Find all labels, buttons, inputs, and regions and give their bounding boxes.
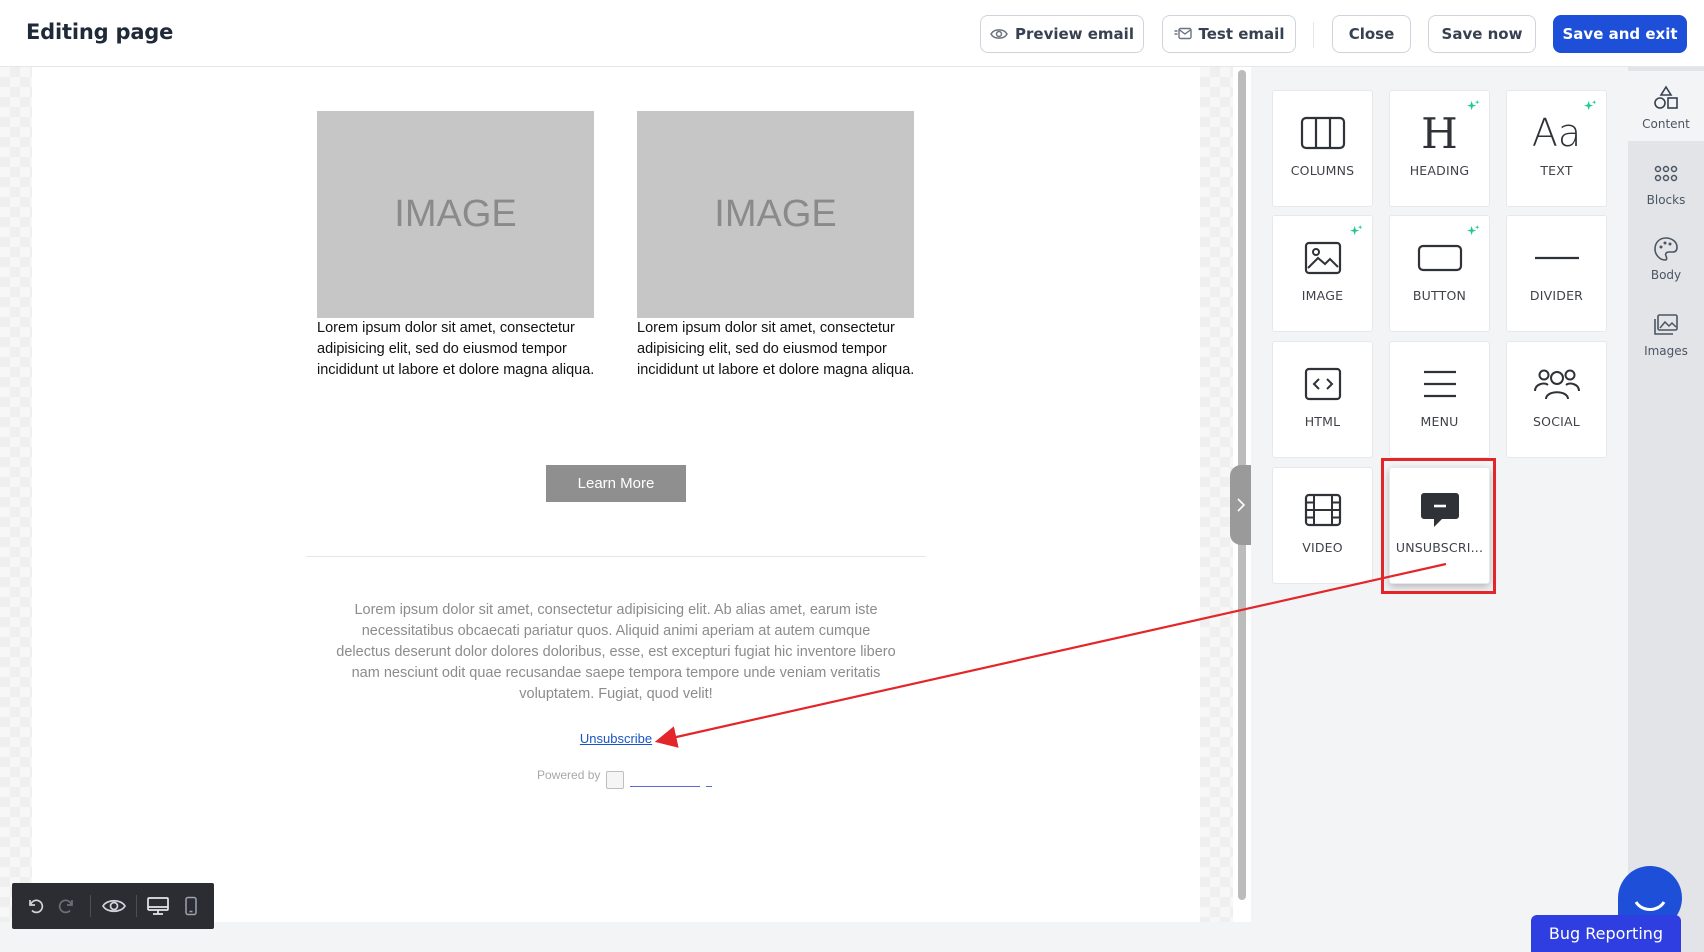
- block-image[interactable]: IMAGE: [1272, 215, 1373, 332]
- palette-icon: [1654, 237, 1678, 261]
- mobile-view-icon[interactable]: [180, 895, 202, 917]
- divider-icon: [1534, 256, 1579, 260]
- toolbar-divider: [136, 895, 137, 917]
- block-label: TEXT: [1540, 163, 1573, 178]
- columns-icon: [1300, 116, 1345, 150]
- broken-logo-icon: [606, 771, 625, 789]
- chevron-right-icon: [1237, 498, 1245, 512]
- side-rail: Content Blocks Body Images: [1628, 67, 1704, 952]
- bottom-toolbar: [12, 883, 214, 929]
- content-divider: [306, 556, 926, 557]
- block-divider[interactable]: DIVIDER: [1506, 215, 1607, 332]
- rail-label: Blocks: [1646, 193, 1686, 207]
- test-email-label: Test email: [1198, 25, 1285, 43]
- toolbar-separator: [1313, 22, 1314, 48]
- desktop-view-icon[interactable]: [146, 895, 170, 917]
- top-bar: Editing page Preview email Test email Cl…: [0, 0, 1704, 67]
- redo-icon[interactable]: [56, 895, 78, 917]
- social-icon: [1533, 369, 1580, 400]
- image-icon: [1304, 241, 1341, 275]
- content-panel: COLUMNS H HEADING Aa TEXT IMAGE BUTTON D…: [1251, 67, 1628, 952]
- close-button[interactable]: Close: [1332, 15, 1411, 53]
- text-icon: Aa: [1531, 111, 1582, 155]
- collapse-panel-toggle[interactable]: [1230, 465, 1252, 545]
- unsubscribe-icon: [1420, 493, 1459, 527]
- block-label: IMAGE: [1301, 288, 1344, 303]
- powered-by: Powered by: [537, 764, 713, 789]
- powered-by-label: Powered by: [537, 768, 601, 782]
- block-label: VIDEO: [1302, 540, 1343, 555]
- test-email-button[interactable]: Test email: [1162, 15, 1296, 53]
- powered-link-dash: [706, 786, 713, 787]
- undo-icon[interactable]: [24, 895, 46, 917]
- shapes-icon: [1654, 85, 1678, 109]
- rail-label: Images: [1644, 344, 1688, 358]
- image-placeholder-2[interactable]: IMAGE: [637, 111, 914, 318]
- block-heading[interactable]: H HEADING: [1389, 90, 1490, 207]
- preview-email-label: Preview email: [1015, 25, 1134, 43]
- block-label: MENU: [1420, 414, 1459, 429]
- bug-reporting-button[interactable]: Bug Reporting: [1531, 915, 1681, 952]
- rail-label: Content: [1642, 117, 1690, 131]
- block-menu[interactable]: MENU: [1389, 341, 1490, 458]
- rail-blocks[interactable]: Blocks: [1628, 147, 1704, 217]
- preview-eye-icon[interactable]: [101, 895, 127, 917]
- block-columns[interactable]: COLUMNS: [1272, 90, 1373, 207]
- unsubscribe-link[interactable]: Unsubscribe: [556, 731, 676, 746]
- block-label: SOCIAL: [1533, 414, 1580, 429]
- preview-email-button[interactable]: Preview email: [980, 15, 1144, 53]
- block-video[interactable]: VIDEO: [1272, 467, 1373, 584]
- save-now-button[interactable]: Save now: [1428, 15, 1536, 53]
- column-1-text[interactable]: Lorem ipsum dolor sit amet, consectetur …: [317, 318, 599, 381]
- block-html[interactable]: HTML: [1272, 341, 1373, 458]
- email-canvas[interactable]: IMAGE IMAGE Lorem ipsum dolor sit amet, …: [0, 67, 1233, 922]
- eye-icon: [990, 29, 1008, 39]
- save-and-exit-button[interactable]: Save and exit: [1553, 15, 1687, 53]
- block-label: DIVIDER: [1529, 288, 1584, 303]
- rail-content[interactable]: Content: [1628, 71, 1704, 141]
- image-placeholder-1[interactable]: IMAGE: [317, 111, 594, 318]
- block-label: HTML: [1304, 414, 1341, 429]
- block-social[interactable]: SOCIAL: [1506, 341, 1607, 458]
- video-icon: [1304, 493, 1341, 527]
- grid-icon: [1654, 165, 1678, 182]
- email-body[interactable]: IMAGE IMAGE Lorem ipsum dolor sit amet, …: [32, 67, 1200, 922]
- block-text[interactable]: Aa TEXT: [1506, 90, 1607, 207]
- send-mail-icon: [1174, 27, 1192, 40]
- footer-text[interactable]: Lorem ipsum dolor sit amet, consectetur …: [336, 600, 896, 705]
- toolbar-divider: [90, 895, 91, 917]
- block-button[interactable]: BUTTON: [1389, 215, 1490, 332]
- rail-images[interactable]: Images: [1628, 298, 1704, 368]
- block-label: BUTTON: [1412, 288, 1467, 303]
- powered-link-underline[interactable]: [630, 786, 701, 787]
- block-label: COLUMNS: [1290, 163, 1355, 178]
- block-label: UNSUBSCRI...: [1395, 540, 1484, 555]
- block-unsubscribe[interactable]: UNSUBSCRI...: [1389, 467, 1490, 584]
- images-icon: [1654, 314, 1678, 335]
- learn-more-button[interactable]: Learn More: [546, 465, 686, 502]
- block-label: HEADING: [1409, 163, 1470, 178]
- rail-label: Body: [1650, 268, 1682, 282]
- rail-body[interactable]: Body: [1628, 222, 1704, 292]
- button-icon: [1417, 244, 1462, 272]
- column-2-text[interactable]: Lorem ipsum dolor sit amet, consectetur …: [637, 318, 919, 381]
- page-title: Editing page: [26, 20, 174, 44]
- menu-icon: [1423, 370, 1456, 398]
- html-icon: [1304, 367, 1341, 401]
- heading-icon: H: [1421, 108, 1458, 158]
